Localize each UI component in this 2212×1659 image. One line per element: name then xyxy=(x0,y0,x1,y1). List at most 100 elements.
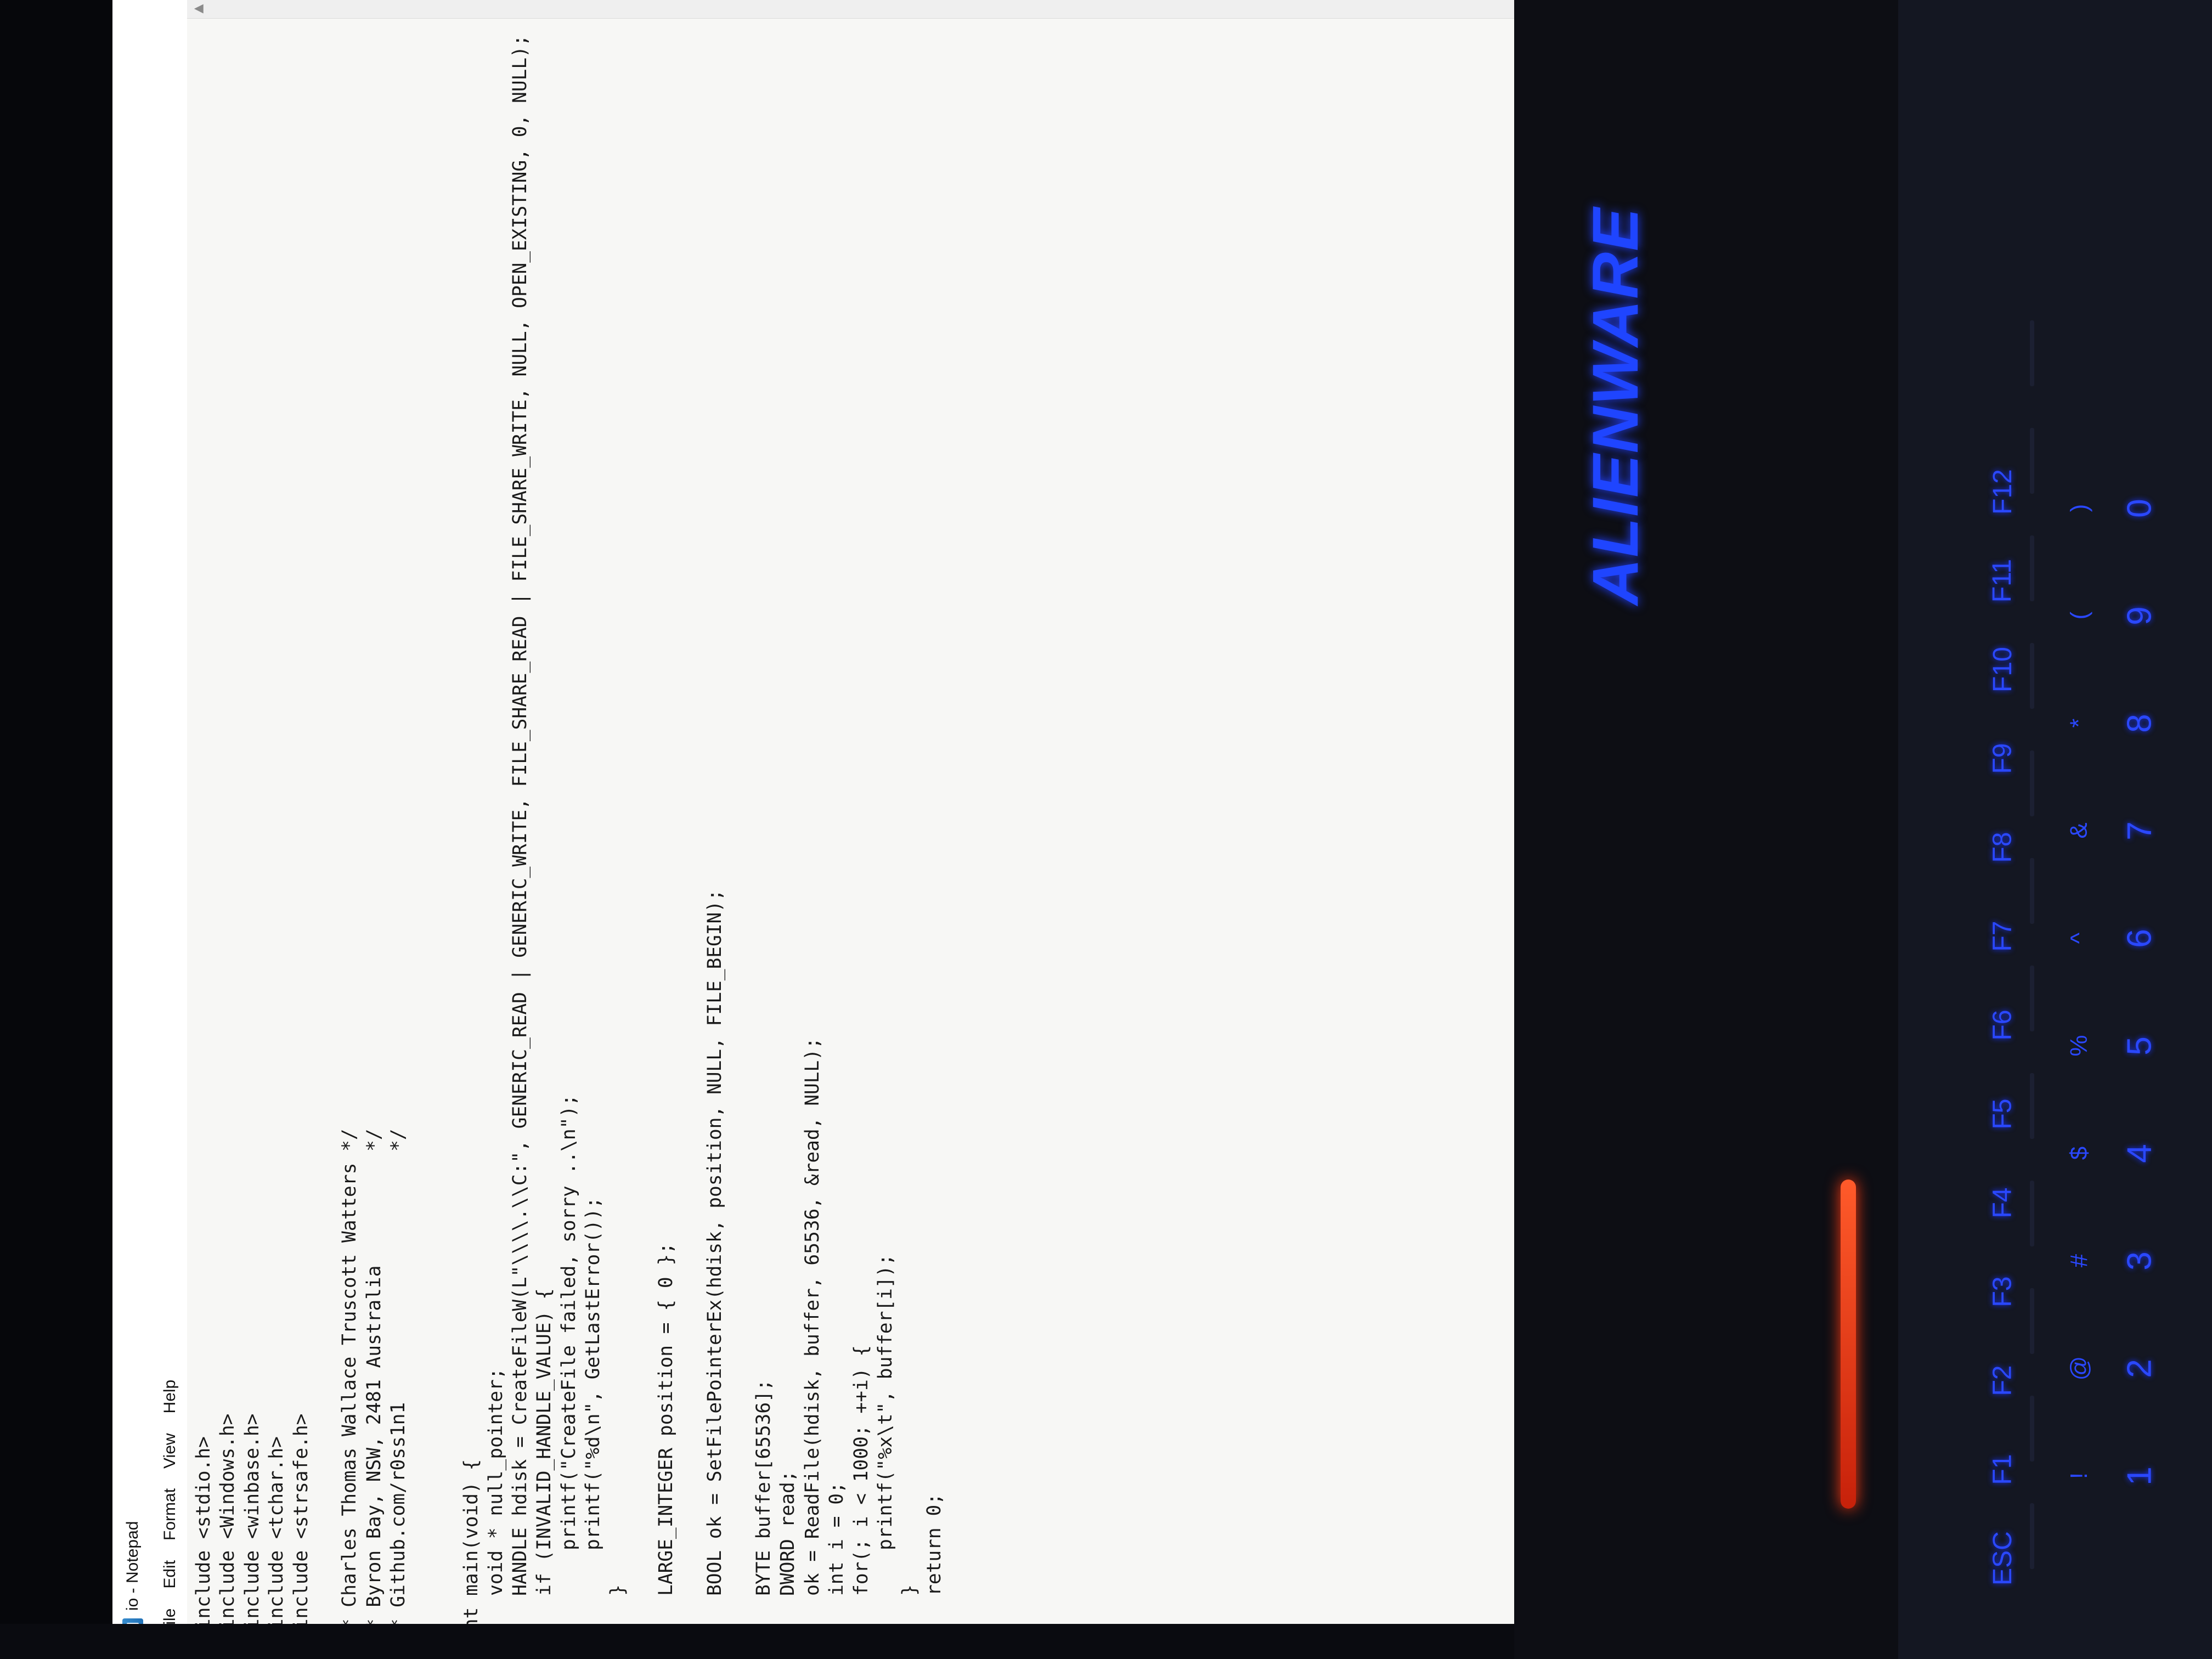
menu-bar: File Edit Format View Help xyxy=(153,0,188,1659)
key-label: F6 xyxy=(1988,1009,2017,1041)
menu-format[interactable]: Format xyxy=(157,1481,183,1548)
code-line: if (INVALID_HANDLE_VALUE) { xyxy=(533,1288,556,1641)
code-line: int i = 0; xyxy=(826,1482,848,1641)
code-line: printf("CreateFile failed, sorry ..\n"); xyxy=(557,1094,580,1641)
key-f7: F7 xyxy=(1970,898,2035,974)
key-symbol: % xyxy=(2057,1018,2101,1073)
key-symbol: ( xyxy=(2057,588,2101,643)
code-line: return 0; xyxy=(923,1493,945,1641)
code-line: printf("%x\t", buffer[i]); xyxy=(874,1254,896,1641)
key-gap xyxy=(2030,1288,2034,1354)
key-gap xyxy=(2030,320,2034,386)
code-line: /* Byron Bay, NSW, 2481 Australia */ xyxy=(363,1128,385,1641)
key-gap xyxy=(2030,858,2034,924)
key-f4: F4 xyxy=(1970,1164,2035,1241)
key-f3: F3 xyxy=(1970,1253,2035,1330)
key-4: 4 xyxy=(2107,1115,2172,1192)
key-label: 1 xyxy=(2120,1466,2159,1486)
key-6: 6 xyxy=(2107,900,2172,977)
key-symbol: $ xyxy=(2057,1126,2101,1181)
key-f5: F5 xyxy=(1970,1075,2035,1152)
key-f8: F8 xyxy=(1970,809,2035,885)
key-label: F10 xyxy=(1988,646,2017,692)
brand-text: ALIENWARE xyxy=(1579,207,1652,605)
key-gap xyxy=(2030,1396,2034,1462)
key-symbol: @ xyxy=(2057,1341,2101,1396)
menu-view[interactable]: View xyxy=(157,1425,183,1476)
key-1: 1 xyxy=(2107,1437,2172,1514)
key-label: ) xyxy=(2066,504,2092,512)
key-f6: F6 xyxy=(1970,986,2035,1063)
code-line: #include <tchar.h> xyxy=(266,1436,288,1641)
menu-help[interactable]: Help xyxy=(157,1372,183,1421)
code-line: /* Github.com/r0ss1n1 */ xyxy=(387,1128,410,1641)
code-line: for(; i < 1000; ++i) { xyxy=(850,1345,872,1641)
code-line: DWORD read; xyxy=(777,1470,799,1641)
key-gap xyxy=(2030,428,2034,494)
code-line: int main(void) { xyxy=(460,1459,483,1641)
laptop-screen: io - Notepad File Edit Format View Help … xyxy=(112,0,1517,1659)
key-label: # xyxy=(2065,1254,2092,1268)
key-gap xyxy=(2030,1181,2034,1246)
key-label: 2 xyxy=(2120,1358,2159,1378)
menu-edit[interactable]: Edit xyxy=(157,1553,183,1596)
key-label: F9 xyxy=(1988,742,2017,774)
key-label: 9 xyxy=(2120,606,2159,625)
code-line: #include <stdio.h> xyxy=(193,1436,215,1641)
key-f1: F1 xyxy=(1970,1431,2035,1508)
key-label: ( xyxy=(2066,611,2092,620)
key-label: F8 xyxy=(1988,831,2017,863)
key-2: 2 xyxy=(2107,1330,2172,1407)
key-label: F12 xyxy=(1988,469,2017,515)
key-0: 0 xyxy=(2107,470,2172,546)
key-label: % xyxy=(2066,1035,2092,1057)
code-line: } xyxy=(946,19,970,1641)
scroll-up-arrow-icon[interactable]: ▲ xyxy=(190,0,207,18)
key-label: 4 xyxy=(2120,1143,2159,1163)
key-7: 7 xyxy=(2107,792,2172,869)
key-5: 5 xyxy=(2107,1007,2172,1084)
key-label: 0 xyxy=(2120,498,2159,518)
text-editor-area[interactable]: #include <stdio.h> #include <Windows.h> #i… xyxy=(187,19,1517,1659)
key-f12: F12 xyxy=(1970,453,2035,530)
key-label: & xyxy=(2065,822,2092,839)
code-line: BYTE buffer[65536]; xyxy=(752,1379,775,1641)
key-label: $ xyxy=(2065,1146,2092,1160)
key-label: 5 xyxy=(2120,1036,2159,1056)
alienware-logo: ALIENWARE xyxy=(1579,187,1652,625)
key-8: 8 xyxy=(2107,685,2172,761)
key-symbol: # xyxy=(2057,1233,2101,1288)
key-3: 3 xyxy=(2107,1222,2172,1299)
vertical-scrollbar[interactable]: ▲ xyxy=(187,0,1517,19)
source-code: #include <stdio.h> #include <Windows.h> #i… xyxy=(191,19,971,1641)
code-line: printf("%d\n", GetLastError()); xyxy=(582,1197,605,1641)
key-gap xyxy=(2030,1503,2034,1569)
code-line: } xyxy=(606,1584,629,1641)
key-f11: F11 xyxy=(1970,542,2035,619)
key-gap xyxy=(2030,643,2034,709)
key-f10: F10 xyxy=(1970,631,2035,708)
key-gap xyxy=(2030,751,2034,816)
key-label: F2 xyxy=(1988,1364,2017,1396)
key-symbol: ^ xyxy=(2057,911,2101,966)
key-label: 6 xyxy=(2120,928,2159,948)
key-symbol: & xyxy=(2057,803,2101,858)
code-line: LARGE_INTEGER position = { 0 }; xyxy=(655,1243,678,1641)
key-gap xyxy=(2030,966,2034,1031)
title-bar: io - Notepad xyxy=(112,0,154,1659)
key-gap xyxy=(2030,1073,2034,1139)
key-label: F11 xyxy=(1988,558,2017,602)
key-label: 7 xyxy=(2120,821,2159,840)
key-label: ESC xyxy=(1988,1531,2017,1585)
key-symbol: ! xyxy=(2057,1448,2101,1503)
screen-bezel-bottom xyxy=(0,1624,1514,1659)
key-label: F3 xyxy=(1988,1276,2017,1307)
key-esc: ESC xyxy=(1970,1520,2035,1596)
key-9: 9 xyxy=(2107,577,2172,654)
